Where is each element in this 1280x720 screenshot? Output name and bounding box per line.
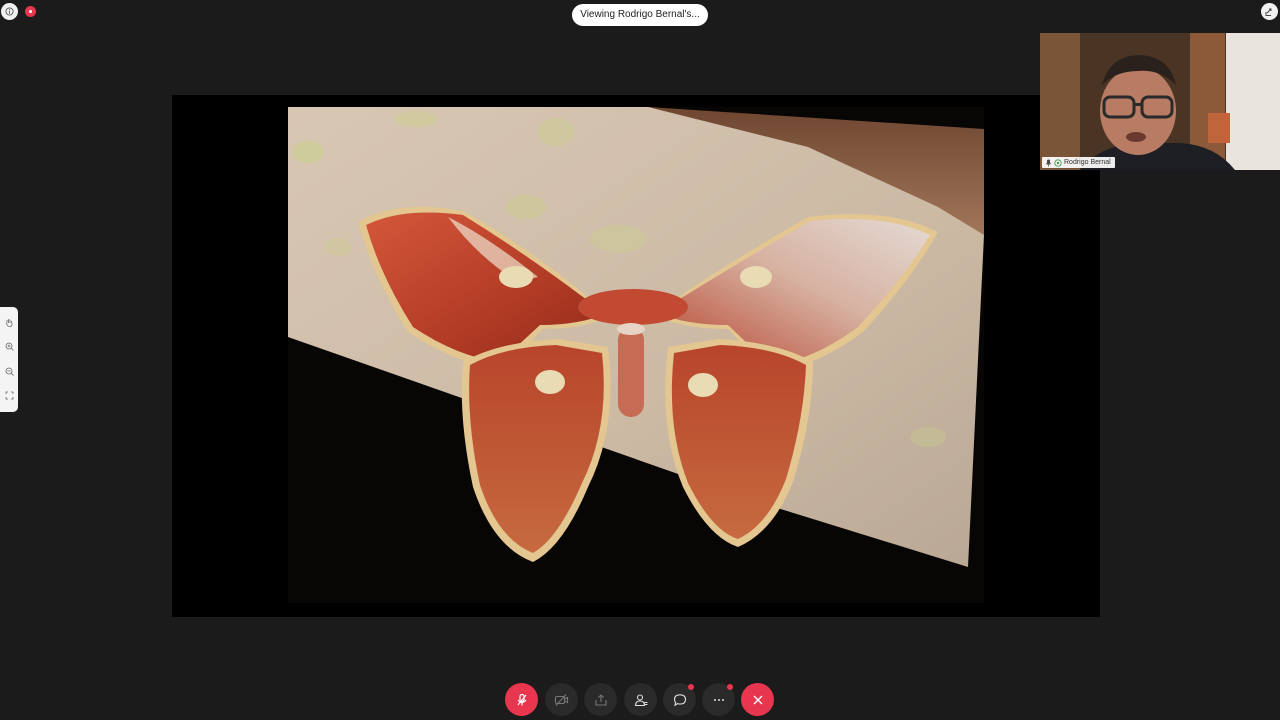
video-off-icon [554,693,569,706]
zoom-out-icon[interactable] [5,363,14,381]
more-button[interactable] [702,683,735,716]
mic-on-icon [1045,159,1052,166]
meeting-window: Viewing Rodrigo Bernal's... Rodrigo Bern… [0,0,1280,720]
recording-indicator [25,6,36,17]
recording-indicator-icon [29,10,32,13]
participant-name-tag: Rodrigo Bernal [1042,157,1115,168]
shared-screen[interactable] [172,95,1100,617]
chat-notification-badge [688,684,694,690]
participant-video-frame [1040,33,1280,170]
participant-video[interactable]: Rodrigo Bernal [1040,33,1280,170]
participants-button[interactable] [624,683,657,716]
pop-out-icon [1265,8,1271,16]
hand-icon[interactable] [5,314,14,332]
participant-name: Rodrigo Bernal [1064,159,1111,166]
network-icon [1054,158,1062,167]
chat-button[interactable] [663,683,696,716]
info-icon [5,7,14,16]
more-notification-badge [727,684,733,690]
fit-icon[interactable] [5,387,14,405]
share-button[interactable] [584,683,617,716]
zoom-controls [0,307,18,412]
participants-icon [634,693,647,706]
share-icon [594,693,607,706]
video-button[interactable] [545,683,578,716]
pop-out-button[interactable] [1261,3,1278,20]
more-icon [713,698,724,701]
viewing-status-pill[interactable]: Viewing Rodrigo Bernal's... [572,4,708,26]
mute-icon [517,693,526,705]
leave-button[interactable] [741,683,774,716]
chat-icon [673,693,686,706]
meeting-info-button[interactable] [1,3,18,20]
zoom-in-icon[interactable] [5,338,14,356]
leave-icon [753,695,762,704]
shared-photo [288,107,984,603]
mute-button[interactable] [505,683,538,716]
